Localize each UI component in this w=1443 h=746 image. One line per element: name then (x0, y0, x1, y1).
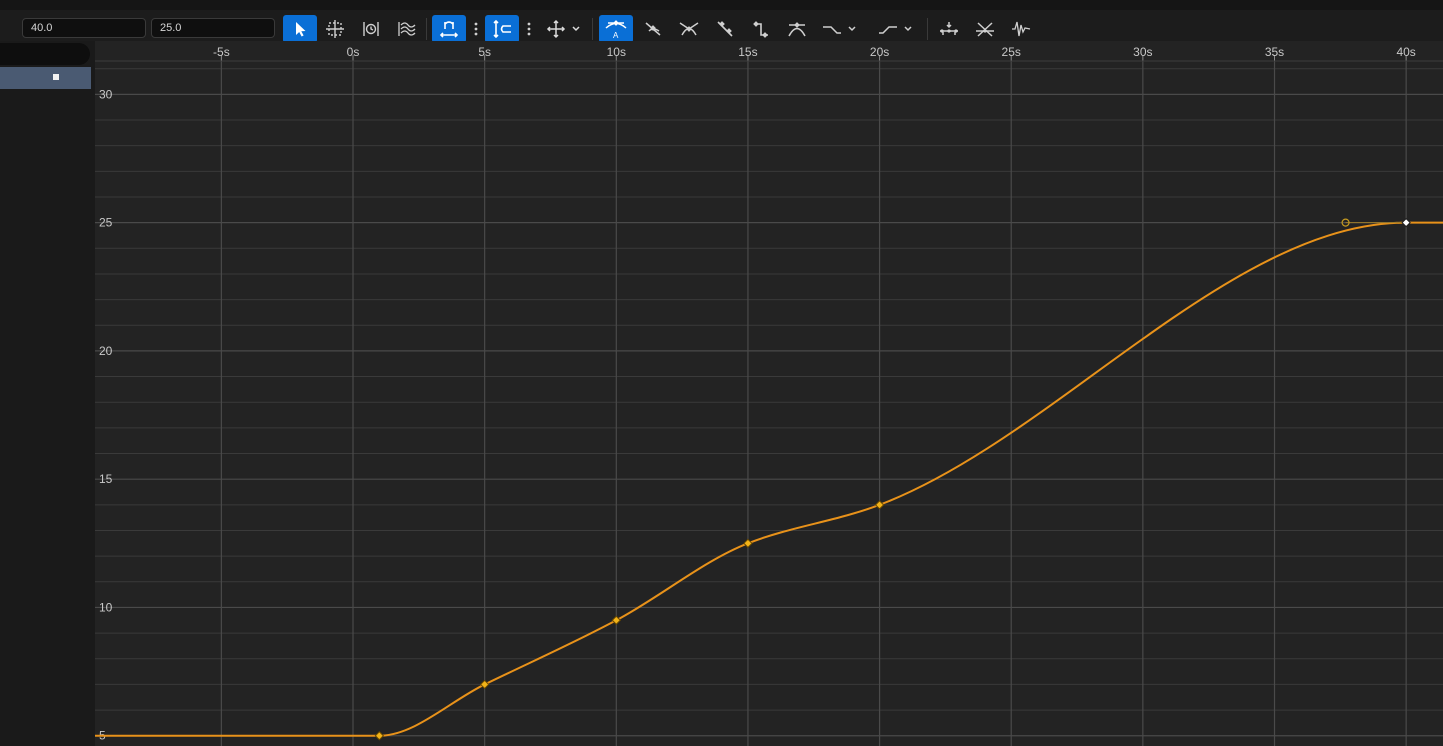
break-tangent-button[interactable] (672, 15, 706, 43)
time-tick-label: 30s (1133, 45, 1152, 59)
curve-search-input[interactable] (0, 43, 90, 65)
retime-tool-button[interactable] (354, 15, 388, 43)
svg-text:A: A (613, 31, 619, 40)
pre-infinity-dropdown[interactable] (818, 15, 860, 43)
key-point[interactable] (743, 538, 753, 549)
transform-tool-button[interactable] (318, 15, 352, 43)
auto-tangent-button[interactable]: A (599, 15, 633, 43)
bake-keys-button[interactable] (968, 15, 1002, 43)
time-tick-label: 5s (478, 45, 491, 59)
post-infinity-dropdown[interactable] (874, 15, 916, 43)
time-tick-label: 40s (1396, 45, 1415, 59)
time-ruler (95, 41, 1443, 61)
key-point[interactable] (479, 679, 490, 690)
value-tick-label: 20 (99, 344, 113, 358)
window-top-strip (0, 0, 1443, 10)
constant-tangent-button[interactable] (744, 15, 778, 43)
time-tick-label: 35s (1265, 45, 1284, 59)
time-tick-label: 10s (607, 45, 626, 59)
value-tick-label: 15 (99, 472, 113, 486)
snap-value-options[interactable] (525, 20, 533, 38)
constant-tangent-icon (753, 21, 768, 38)
time-tick-label: 25s (1002, 45, 1021, 59)
key-point-selected[interactable] (1401, 217, 1411, 228)
curve-tree-panel (0, 41, 95, 746)
key-point[interactable] (874, 500, 885, 510)
toolbar-separator (426, 18, 427, 40)
curve-color-swatch (53, 74, 59, 80)
kebab-icon (474, 22, 478, 36)
filter-curve-button[interactable] (1004, 15, 1038, 43)
bake-keys-icon (976, 22, 994, 37)
pre-infinity-icon (823, 26, 856, 34)
key-point[interactable] (611, 615, 622, 625)
key-point[interactable] (374, 731, 385, 741)
snap-time-options[interactable] (472, 20, 480, 38)
auto-tangent-icon: A (605, 20, 627, 40)
snap-time-icon (439, 21, 459, 38)
time-tick-label: 15s (738, 45, 757, 59)
curve-tree-item-selected[interactable] (0, 67, 91, 89)
linear-tangent-button[interactable] (708, 15, 742, 43)
axis-constraint-dropdown[interactable] (542, 15, 584, 43)
multi-curve-icon (398, 22, 416, 36)
user-tangent-icon (645, 22, 661, 36)
time-tick-label: 0s (347, 45, 360, 59)
reduce-keys-button[interactable] (932, 15, 966, 43)
time-tick-label: -5s (213, 45, 230, 59)
snap-value-button[interactable] (485, 15, 519, 43)
reduce-keys-icon (940, 22, 958, 35)
user-tangent-button[interactable] (636, 15, 670, 43)
snap-time-button[interactable] (432, 15, 466, 43)
multi-curve-tool-button[interactable] (390, 15, 424, 43)
toolbar-separator (927, 18, 928, 40)
time-tick-label: 20s (870, 45, 889, 59)
linear-tangent-icon (717, 21, 733, 37)
value-tick-label: 30 (99, 87, 113, 101)
value-tick-label: 10 (99, 600, 113, 614)
time-field[interactable] (22, 18, 146, 38)
flatten-tangent-icon (788, 22, 806, 37)
select-arrow-icon (296, 22, 306, 37)
move-axis-icon (546, 19, 580, 39)
filter-curve-icon (1012, 21, 1031, 37)
retime-icon (363, 22, 379, 36)
transform-keys-icon (326, 20, 344, 38)
value-field[interactable] (151, 18, 275, 38)
post-infinity-icon (879, 26, 912, 34)
curve-graph-area[interactable]: 30 25 20 15 10 5 -5s 0s 5s 10s 15s 20s 25s 30s 35s 40s (95, 41, 1443, 746)
break-tangent-icon (679, 22, 699, 36)
flatten-tangent-button[interactable] (780, 15, 814, 43)
kebab-icon (527, 22, 531, 36)
value-tick-label: 25 (99, 216, 113, 230)
snap-value-icon (493, 19, 511, 39)
curve-chart[interactable]: 30252015105-5s 0s 5s 10s 15s 20s 25s 30s 35s 40s (95, 41, 1443, 746)
select-tool-button[interactable] (283, 15, 317, 43)
toolbar-separator (592, 18, 593, 40)
